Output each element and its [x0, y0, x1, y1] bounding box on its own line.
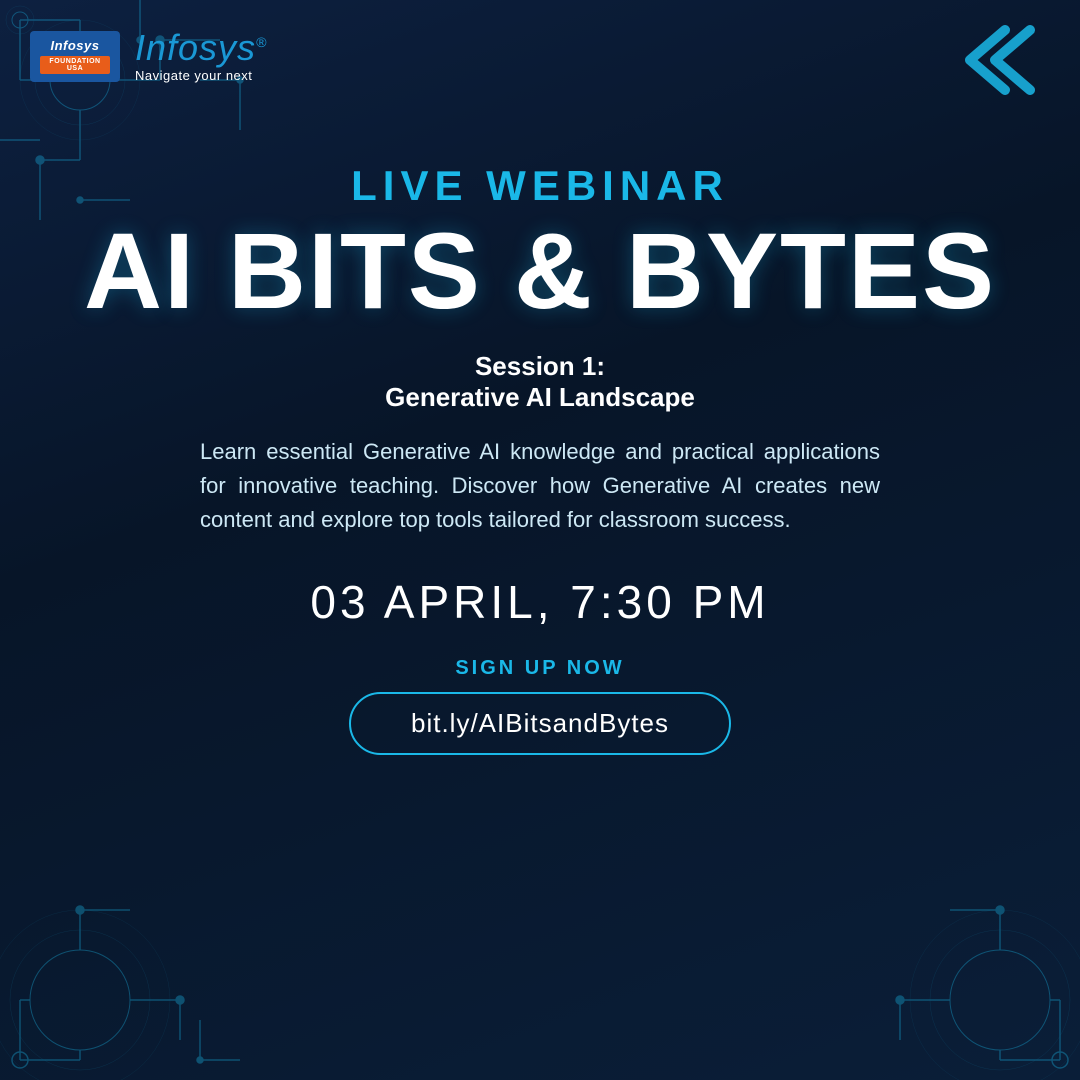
infosys-foundation-logo: Infosys FOUNDATION USA	[30, 31, 120, 82]
foundation-logo-name: Infosys	[50, 39, 99, 53]
infosys-logo: Infosys® Navigate your next	[135, 30, 267, 83]
session-block: Session 1: Generative AI Landscape	[385, 351, 695, 413]
main-content: LIVE WEBINAR AI BITS & BYTES Session 1: …	[0, 112, 1080, 1080]
sign-up-label: SIGN UP NOW	[455, 657, 624, 680]
logos-group: Infosys FOUNDATION USA Infosys® Navigate…	[30, 30, 267, 83]
event-title: AI BITS & BYTES	[84, 220, 996, 323]
event-description: Learn essential Generative AI knowledge …	[190, 435, 890, 537]
registration-url[interactable]: bit.ly/AIBitsandBytes	[349, 692, 731, 755]
foundation-logo-badge: FOUNDATION USA	[40, 56, 110, 74]
event-datetime: 03 APRIL, 7:30 PM	[310, 575, 769, 629]
double-chevron-icon	[950, 20, 1040, 112]
session-name: Generative AI Landscape	[385, 382, 695, 413]
infosys-logo-name: Infosys®	[135, 30, 267, 66]
session-label: Session 1:	[385, 351, 695, 382]
infosys-tagline: Navigate your next	[135, 68, 252, 83]
header: Infosys FOUNDATION USA Infosys® Navigate…	[0, 0, 1080, 112]
live-webinar-label: LIVE WEBINAR	[351, 162, 729, 210]
main-container: Infosys FOUNDATION USA Infosys® Navigate…	[0, 0, 1080, 1080]
